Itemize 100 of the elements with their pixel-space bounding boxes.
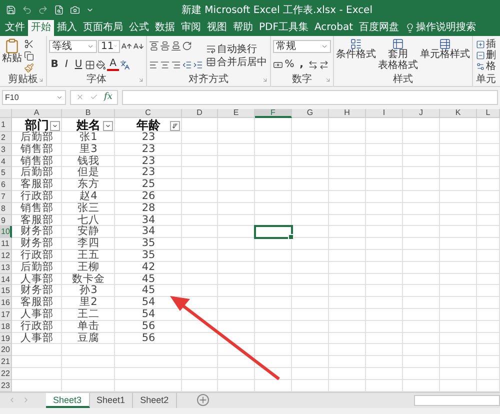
ribbon-tab[interactable]: 开始 — [28, 20, 54, 36]
align-right-icon[interactable] — [171, 60, 181, 70]
grow-font-icon[interactable] — [121, 40, 132, 52]
cells-button[interactable]: 插 — [475, 39, 497, 50]
row-header[interactable]: 6 — [0, 179, 12, 191]
style-button[interactable]: 套用 表格格式 — [378, 37, 418, 74]
ribbon-tab[interactable]: 视图 — [204, 20, 230, 36]
align-center-icon[interactable] — [160, 60, 170, 70]
camera-icon[interactable] — [70, 5, 80, 15]
column-header[interactable]: A — [12, 109, 62, 118]
row-header[interactable]: 23 — [0, 380, 12, 392]
filter-button[interactable] — [170, 121, 180, 131]
cut-icon[interactable] — [24, 38, 34, 48]
row-header[interactable]: 8 — [0, 202, 12, 215]
undo-icon[interactable] — [22, 5, 32, 15]
currency-icon[interactable] — [273, 60, 283, 70]
column-header[interactable]: H — [329, 109, 366, 118]
row-header[interactable]: 2 — [0, 132, 12, 144]
ribbon-tab[interactable]: 页面布局 — [80, 20, 126, 36]
cells-button[interactable]: 格 — [475, 61, 497, 72]
borders-icon[interactable] — [85, 60, 95, 70]
bold-button[interactable]: B — [49, 59, 60, 71]
tell-me-search[interactable]: 操作说明搜索 — [416, 20, 476, 36]
row-header[interactable]: 18 — [0, 320, 12, 333]
number-format-field[interactable]: 常规 — [273, 40, 331, 52]
row-header[interactable]: 11 — [0, 238, 12, 250]
ribbon-tab[interactable]: Acrobat — [311, 20, 356, 36]
print-preview-icon[interactable] — [54, 5, 64, 15]
dialog-launcher-icon[interactable] — [138, 77, 144, 83]
ribbon-tab[interactable]: 审阅 — [178, 20, 204, 36]
row-header[interactable]: 22 — [0, 368, 12, 380]
align-middle-icon[interactable] — [160, 41, 170, 51]
indent-decrease-icon[interactable] — [182, 60, 192, 70]
row-header[interactable]: 4 — [0, 156, 12, 168]
indent-increase-icon[interactable] — [193, 60, 203, 70]
align-top-icon[interactable] — [149, 41, 159, 51]
style-button[interactable]: 单元格样式 — [420, 37, 470, 74]
column-header[interactable]: F — [255, 109, 292, 118]
cells-button[interactable]: 删 — [475, 50, 497, 61]
row-header[interactable]: 1 — [0, 118, 12, 132]
row-header[interactable]: 20 — [0, 344, 12, 356]
row-header[interactable]: 10 — [0, 226, 12, 238]
column-header[interactable]: I — [366, 109, 403, 118]
dialog-launcher-icon[interactable] — [325, 77, 331, 83]
decrease-decimal-icon[interactable] — [319, 60, 329, 70]
row-header[interactable]: 17 — [0, 308, 12, 321]
ribbon-tab[interactable]: 插入 — [54, 20, 80, 36]
fill-color-icon[interactable] — [96, 60, 106, 70]
column-header[interactable]: K — [440, 109, 477, 118]
row-header[interactable]: 5 — [0, 167, 12, 180]
phonetic-icon[interactable] — [120, 60, 130, 70]
add-sheet-icon[interactable] — [196, 394, 209, 406]
comma-button[interactable]: , — [296, 59, 307, 71]
wrap-text-button[interactable]: 自动换行 — [205, 44, 268, 54]
row-header[interactable]: 12 — [0, 250, 12, 262]
paste-button[interactable]: 粘贴 — [2, 37, 22, 74]
save-icon[interactable] — [6, 5, 16, 15]
redo-icon[interactable] — [38, 5, 48, 15]
sheet-tab[interactable]: Sheet3 — [46, 392, 90, 408]
align-left-icon[interactable] — [149, 60, 159, 70]
increase-decimal-icon[interactable] — [308, 60, 318, 70]
merge-center-button[interactable]: 合并后居中 — [205, 56, 268, 68]
column-header[interactable]: B — [62, 109, 115, 118]
customize-caret-icon[interactable] — [86, 6, 94, 14]
row-header[interactable]: 14 — [0, 274, 12, 286]
column-header[interactable]: D — [182, 109, 218, 118]
filter-button[interactable] — [50, 121, 60, 131]
lightbulb-icon[interactable] — [405, 23, 416, 33]
ribbon-tab[interactable]: 公式 — [126, 20, 152, 36]
style-button[interactable]: 条件格式 — [336, 37, 376, 74]
ribbon-tab[interactable]: 帮助 — [230, 20, 256, 36]
row-header[interactable]: 16 — [0, 297, 12, 309]
font-color-button[interactable]: A — [107, 59, 119, 71]
name-box[interactable]: F10 — [2, 90, 66, 104]
column-header[interactable]: L — [477, 109, 500, 118]
orientation-icon[interactable] — [182, 41, 192, 51]
percent-button[interactable]: % — [284, 59, 295, 71]
ribbon-tab[interactable]: 百度网盘 — [356, 20, 402, 36]
row-header[interactable]: 19 — [0, 332, 12, 344]
row-header[interactable]: 9 — [0, 214, 12, 226]
row-header[interactable]: 3 — [0, 144, 12, 156]
row-header[interactable]: 15 — [0, 285, 12, 298]
underline-button[interactable]: U — [73, 59, 84, 71]
ribbon-tab[interactable]: 数据 — [152, 20, 178, 36]
shrink-font-icon[interactable] — [133, 40, 144, 52]
ribbon-tab[interactable]: PDF工具集 — [256, 20, 312, 36]
insert-function-button[interactable]: fx — [104, 92, 112, 102]
column-header[interactable]: J — [403, 109, 440, 118]
ribbon-tab[interactable]: 文件 — [2, 20, 28, 36]
column-header[interactable]: C — [115, 109, 182, 118]
dialog-launcher-icon[interactable] — [262, 77, 268, 83]
copy-icon[interactable] — [24, 50, 34, 60]
column-header[interactable]: E — [218, 109, 255, 118]
horizontal-scrollbar[interactable] — [414, 394, 500, 406]
font-name-field[interactable]: 等线 — [49, 40, 97, 52]
italic-button[interactable]: I — [61, 59, 72, 71]
font-size-field[interactable]: 11 — [98, 40, 120, 52]
formula-input[interactable] — [122, 90, 498, 104]
filter-button[interactable] — [103, 121, 113, 131]
row-header[interactable]: 13 — [0, 262, 12, 274]
